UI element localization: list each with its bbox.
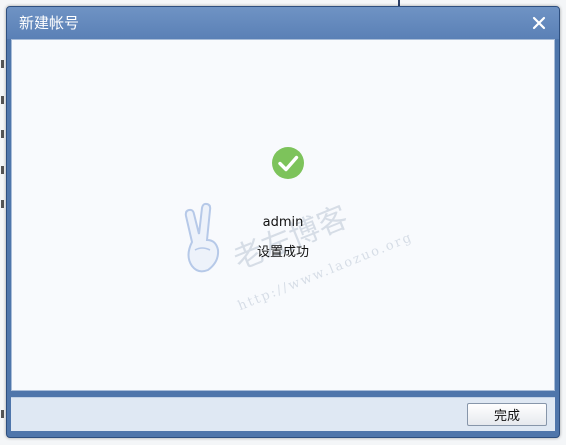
background-text-fragment: [1, 130, 4, 138]
background-text-fragment: [1, 410, 4, 418]
account-username: admin: [262, 215, 304, 230]
close-icon[interactable]: [529, 13, 549, 33]
background-text-fragment: [1, 96, 4, 104]
success-message: 设置成功: [256, 245, 309, 260]
background-text-fragment: [1, 60, 4, 68]
victory-hand-icon: [184, 202, 220, 273]
dialog-content: 老左博客 http://www.laozuo.org admin 设置成功: [11, 39, 555, 391]
check-circle-icon: [272, 147, 304, 179]
watermark-text: 老左博客: [229, 200, 353, 277]
dialog-title: 新建帐号: [19, 14, 80, 32]
background-text-fragment: [1, 200, 4, 208]
dialog-footer: 完成: [11, 397, 555, 431]
dialog-titlebar: 新建帐号: [7, 7, 559, 39]
done-button[interactable]: 完成: [467, 403, 547, 426]
new-account-dialog: 新建帐号 老左博客 http://www.laozuo.org admin 设置…: [6, 6, 560, 438]
background-text-fragment: [1, 166, 4, 174]
